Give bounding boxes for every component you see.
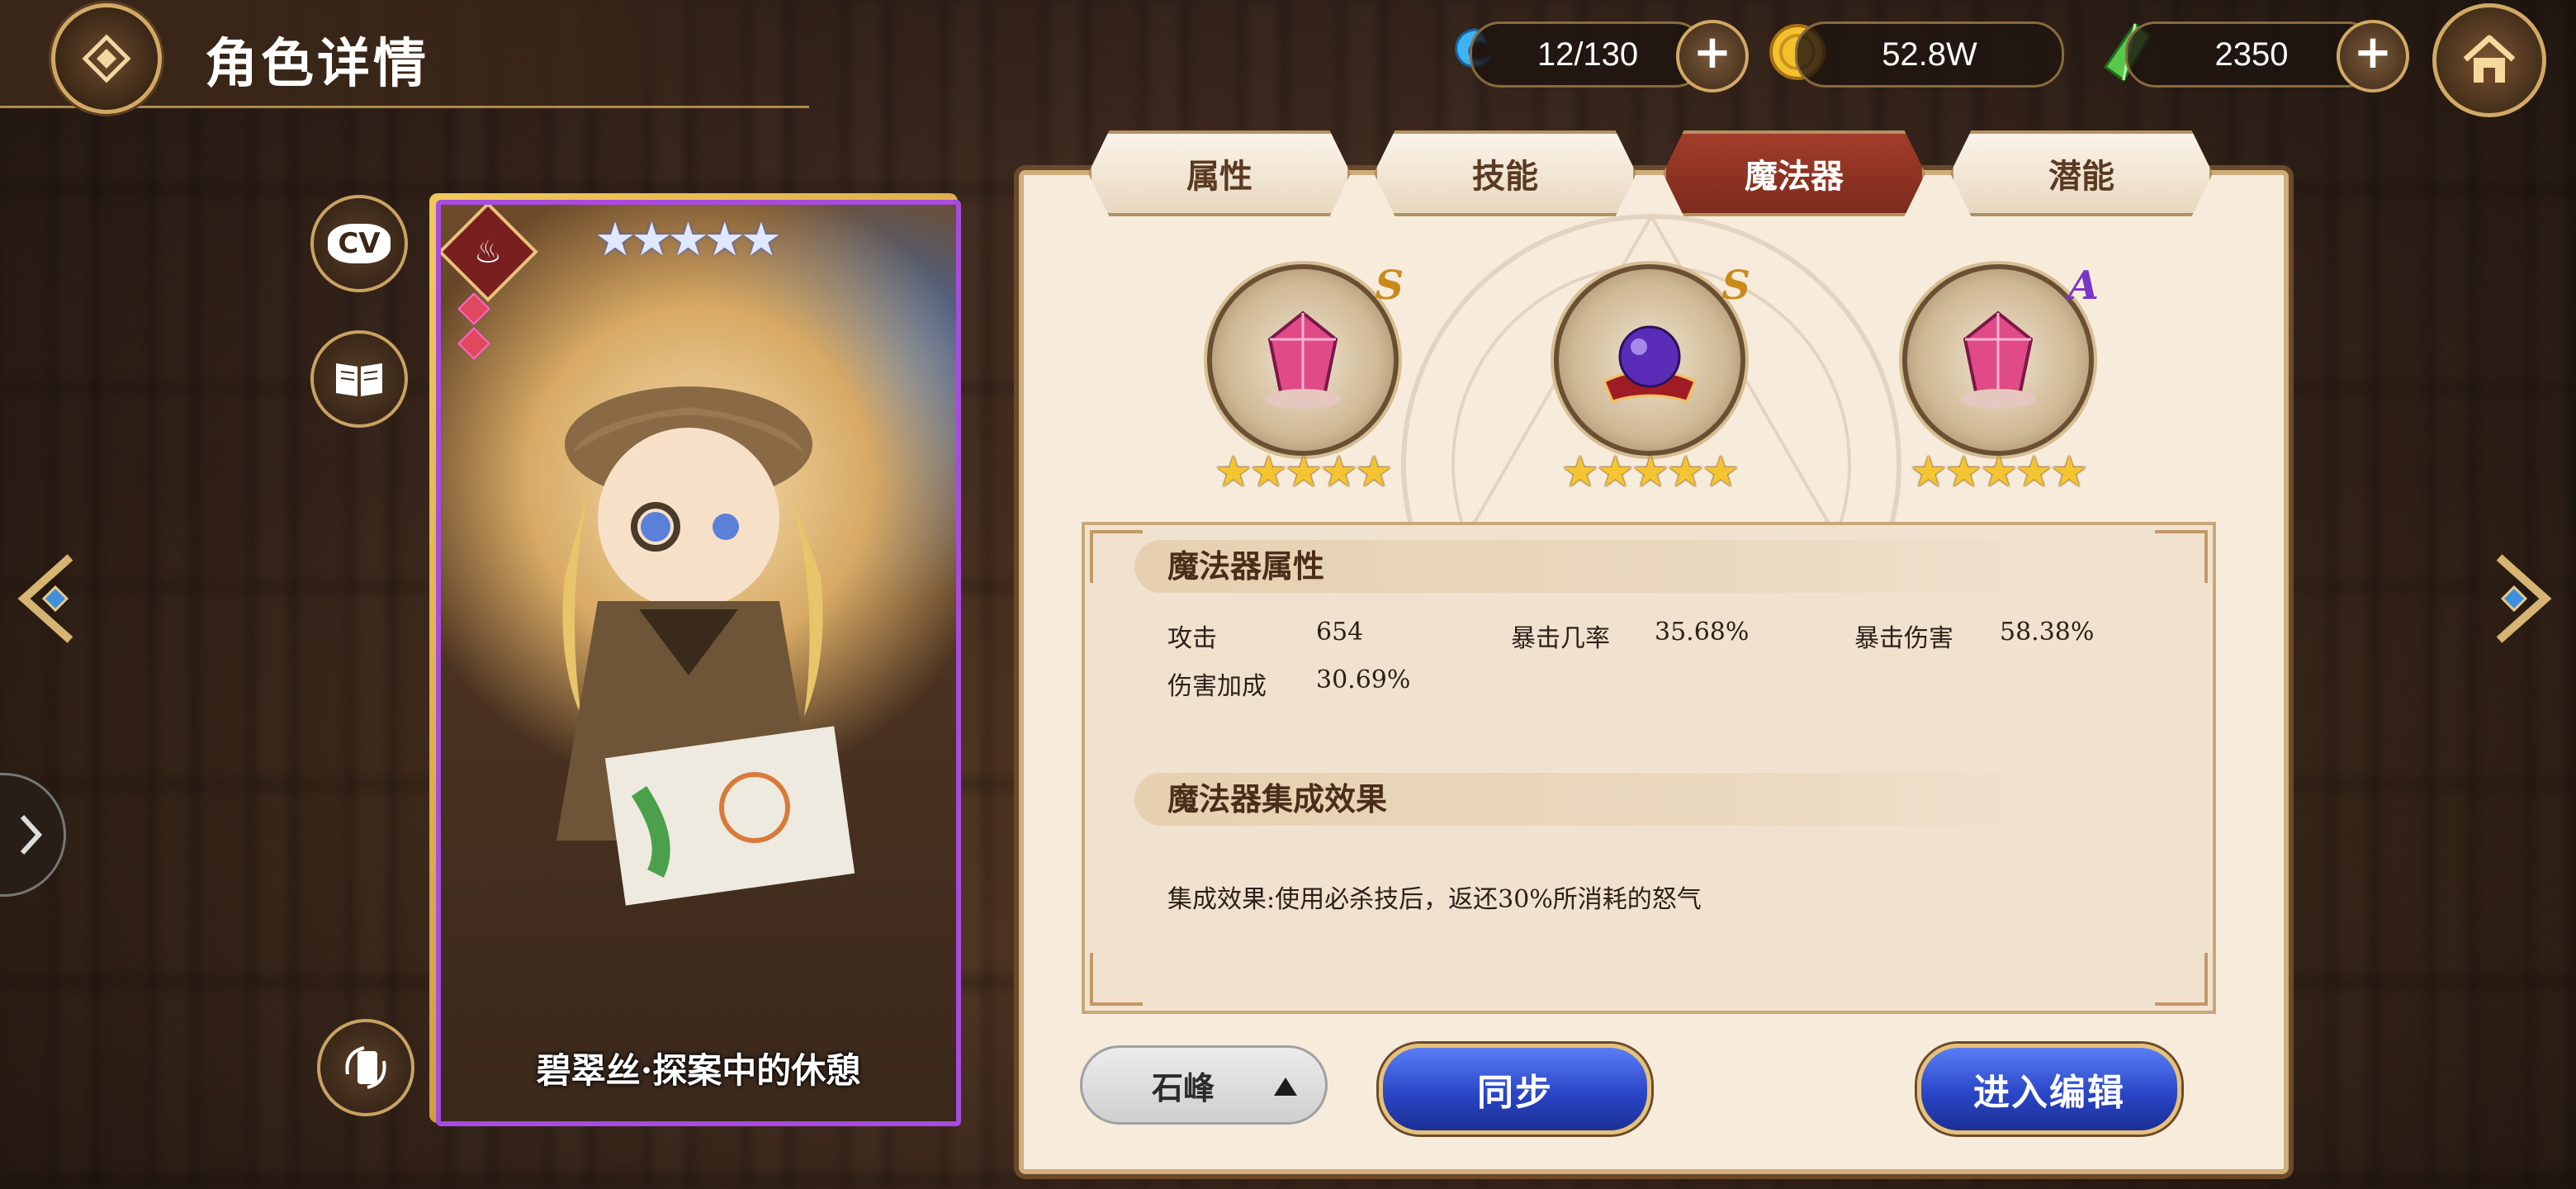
tab-artifacts[interactable]: 魔法器 — [1663, 130, 1925, 216]
tab-potential[interactable]: 潜能 — [1950, 130, 2213, 216]
page-title: 角色详情 — [205, 33, 429, 95]
gem-dot — [457, 292, 490, 325]
stat-atk-label: 攻击 — [1167, 624, 1217, 653]
tab-potential-label: 潜能 — [2048, 157, 2114, 196]
sync-button-label: 同步 — [1477, 1072, 1553, 1114]
back-button[interactable] — [51, 3, 162, 114]
book-icon — [336, 363, 382, 396]
set-effect-header: 魔法器集成效果 — [1134, 773, 2092, 826]
corner-ornament — [2155, 530, 2208, 583]
fire-element-badge: ♨ — [441, 205, 538, 302]
artifact-grade: S — [1721, 263, 1750, 309]
arrow-left-icon — [17, 554, 73, 643]
corner-ornament — [1090, 953, 1143, 1006]
stat-crit-dmg-value: 58.38% — [2000, 618, 2095, 647]
artifact-slot-1[interactable]: S ★★★★★ — [1207, 263, 1404, 497]
character-art: ♨ ★★★★★ 碧翠丝·探案中的休憩 — [436, 200, 961, 1126]
set-effect-text: 集成效果:使用必杀技后，返还30%所消耗的怒气 — [1167, 885, 1702, 914]
attributes-header: 魔法器属性 — [1134, 540, 2092, 593]
artifact-stars: ★★★★★ — [1560, 448, 1740, 497]
tab-attributes-label: 属性 — [1186, 157, 1252, 196]
card-star-rating: ★★★★★ — [594, 213, 782, 267]
rotate-icon — [345, 1046, 386, 1089]
add-stamina-button[interactable]: + — [1676, 20, 1749, 92]
tab-skills-label: 技能 — [1472, 157, 1538, 196]
home-icon — [2463, 35, 2516, 83]
purple-orb-icon — [1603, 325, 1697, 403]
artifact-stars: ★★★★★ — [1909, 448, 2088, 497]
preset-select-value: 石峰 — [1152, 1068, 1215, 1106]
gem-dot — [457, 327, 490, 360]
artifact-grade: S — [1375, 263, 1404, 309]
stamina-value: 12/130 — [1537, 36, 1639, 73]
add-gem-button[interactable]: + — [2337, 20, 2409, 92]
artifact-grade: A — [2067, 263, 2099, 309]
enter-edit-button-label: 进入编辑 — [1973, 1072, 2125, 1114]
chevron-right-icon — [20, 814, 43, 855]
caret-up-icon — [1274, 1078, 1297, 1096]
enter-edit-button[interactable]: 进入编辑 — [1917, 1044, 2181, 1135]
stat-dmg-bonus-label: 伤害加成 — [1167, 672, 1267, 701]
arrow-right-icon — [2496, 554, 2552, 643]
rotate-view-button[interactable] — [317, 1019, 414, 1116]
gold-counter: 52.8W — [1795, 21, 2064, 88]
corner-ornament — [1090, 530, 1143, 583]
artifact-stars: ★★★★★ — [1214, 448, 1393, 497]
stat-atk-value: 654 — [1316, 618, 1364, 647]
corner-ornament — [2155, 953, 2208, 1006]
cv-button[interactable]: CV — [310, 195, 408, 292]
character-illustration — [556, 386, 855, 906]
stamina-counter: 12/130 — [1470, 21, 1706, 88]
pink-crystal-icon — [1960, 310, 2036, 409]
sync-button[interactable]: 同步 — [1379, 1044, 1651, 1135]
gold-value: 52.8W — [1882, 36, 1977, 73]
artifact-info-box: 魔法器属性 攻击 654 暴击几率 35.68% 暴击伤害 58.38% 伤害加… — [1082, 522, 2216, 1014]
preset-select[interactable]: 石峰 — [1080, 1045, 1328, 1125]
tab-artifacts-label: 魔法器 — [1745, 157, 1844, 196]
back-diamond-icon — [82, 34, 131, 83]
stat-crit-rate-value: 35.68% — [1655, 618, 1750, 647]
tab-skills[interactable]: 技能 — [1374, 130, 1636, 216]
artifact-slot-3[interactable]: A ★★★★★ — [1902, 263, 2099, 497]
gem-value: 2350 — [2214, 36, 2289, 73]
story-book-button[interactable] — [310, 330, 408, 428]
character-card[interactable]: ♨ ★★★★★ 碧翠丝·探案中的休憩 — [429, 193, 961, 1126]
previous-character-arrow[interactable] — [8, 545, 83, 652]
tab-attributes[interactable]: 属性 — [1088, 130, 1351, 216]
artifact-slot-2[interactable]: S ★★★★★ — [1554, 263, 1750, 497]
card-gem-indicators — [457, 292, 490, 360]
stat-dmg-bonus-value: 30.69% — [1316, 666, 1411, 694]
next-character-arrow[interactable] — [2487, 545, 2561, 652]
pink-crystal-icon — [1265, 310, 1341, 409]
home-button[interactable] — [2432, 3, 2546, 117]
stat-crit-rate-label: 暴击几率 — [1511, 624, 1610, 653]
character-name: 碧翠丝·探案中的休憩 — [536, 1050, 861, 1091]
fire-icon: ♨ — [473, 233, 503, 270]
stat-crit-dmg-label: 暴击伤害 — [1854, 624, 1953, 653]
cv-label: CV — [328, 224, 391, 263]
